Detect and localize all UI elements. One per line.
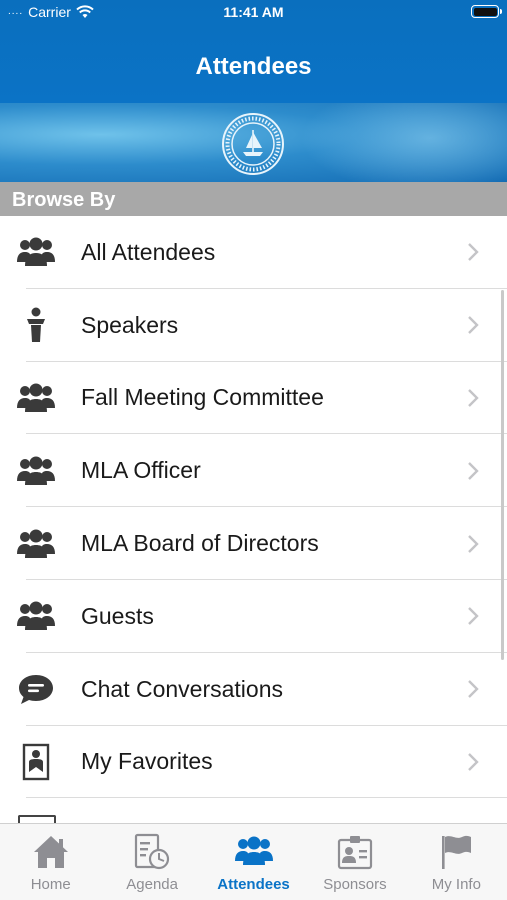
association-seal-logo bbox=[222, 113, 284, 175]
list-item-my-favorites[interactable]: My Favorites bbox=[0, 725, 507, 799]
agenda-clock-icon bbox=[135, 833, 170, 870]
chat-bubble-icon bbox=[14, 669, 58, 709]
list-item-mla-officer[interactable]: MLA Officer bbox=[0, 434, 507, 508]
group-icon bbox=[14, 524, 58, 564]
group-icon bbox=[14, 232, 58, 272]
list-item-label: Chat Conversations bbox=[81, 675, 283, 702]
tab-label: Attendees bbox=[217, 876, 290, 893]
tab-label: Sponsors bbox=[323, 876, 387, 893]
list-item-chat-conversations[interactable]: Chat Conversations bbox=[0, 652, 507, 726]
list-item-all-attendees[interactable]: All Attendees bbox=[0, 216, 507, 289]
chevron-right-icon bbox=[468, 680, 479, 699]
list-item-mla-board-of-directors[interactable]: MLA Board of Directors bbox=[0, 507, 507, 580]
tab-agenda[interactable]: Agenda bbox=[101, 824, 202, 900]
chevron-right-icon bbox=[468, 461, 479, 480]
list-item-label: My Favorites bbox=[81, 748, 213, 775]
list-item-label: Speakers bbox=[81, 311, 179, 338]
tab-my-info[interactable]: My Info bbox=[406, 824, 507, 900]
group-icon bbox=[14, 451, 58, 491]
home-icon bbox=[33, 836, 68, 868]
chevron-right-icon bbox=[468, 607, 479, 626]
chevron-right-icon bbox=[468, 534, 479, 553]
tab-bar: Home Agenda Attendees Sponsors My Info bbox=[0, 823, 507, 900]
tab-attendees[interactable]: Attendees bbox=[203, 824, 304, 900]
list-item-label: Fall Meeting Committee bbox=[81, 384, 324, 411]
partial-list-icon bbox=[18, 815, 56, 823]
tab-label: My Info bbox=[431, 876, 481, 893]
chevron-right-icon bbox=[468, 389, 479, 407]
bookmark-icon bbox=[14, 742, 58, 782]
list-item-fall-meeting-committee[interactable]: Fall Meeting Committee bbox=[0, 361, 507, 435]
scrollbar[interactable] bbox=[501, 290, 504, 660]
status-time: 11:41 AM bbox=[223, 4, 284, 20]
tab-home[interactable]: Home bbox=[0, 824, 101, 900]
podium-icon bbox=[14, 305, 58, 345]
list-item-guests[interactable]: Guests bbox=[0, 579, 507, 653]
page-title: Attendees bbox=[195, 53, 312, 80]
group-icon bbox=[14, 378, 58, 418]
tab-sponsors[interactable]: Sponsors bbox=[304, 824, 405, 900]
browse-list: All Attendees Speakers Fall Meeting Comm… bbox=[0, 216, 507, 799]
sponsors-badge-icon bbox=[337, 836, 373, 870]
group-icon bbox=[14, 596, 58, 636]
list-item-label: All Attendees bbox=[81, 238, 216, 265]
chevron-right-icon bbox=[468, 243, 479, 262]
attendees-icon bbox=[234, 836, 273, 865]
chevron-right-icon bbox=[468, 753, 479, 771]
list-item-label: MLA Officer bbox=[81, 457, 201, 484]
nav-header: .... Carrier 11:41 AM Attendees bbox=[0, 0, 507, 103]
header-banner bbox=[0, 103, 507, 182]
chevron-right-icon bbox=[468, 316, 479, 335]
browse-by-header: Browse By bbox=[0, 182, 507, 216]
battery-icon bbox=[471, 5, 502, 18]
status-bar: .... Carrier 11:41 AM bbox=[0, 0, 507, 26]
list-item-label: MLA Board of Directors bbox=[81, 530, 319, 557]
tab-label: Home bbox=[30, 876, 71, 893]
flag-icon bbox=[442, 835, 472, 869]
tab-label: Agenda bbox=[126, 876, 178, 893]
list-item-label: Guests bbox=[81, 602, 154, 629]
list-item-speakers[interactable]: Speakers bbox=[0, 288, 507, 362]
